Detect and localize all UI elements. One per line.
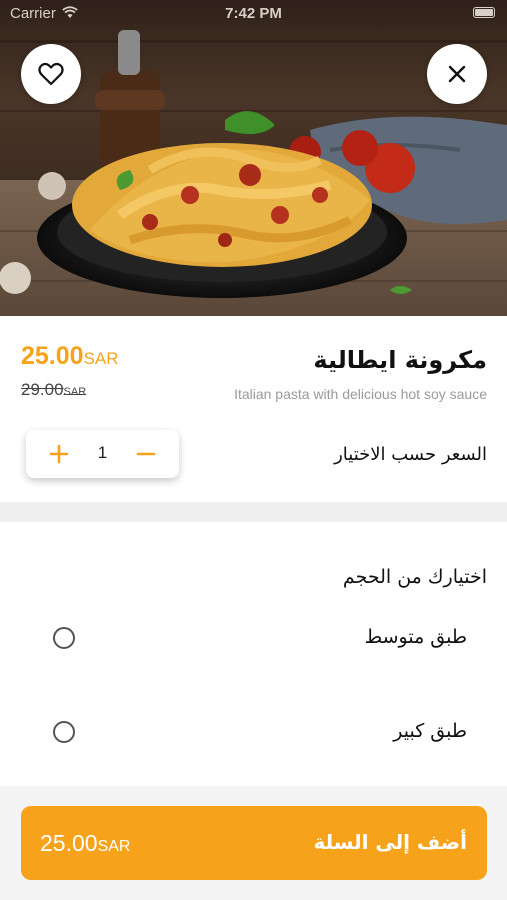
cart-price-value: 25.00 bbox=[40, 830, 98, 856]
heart-outline-icon bbox=[38, 62, 64, 86]
quantity-stepper: 1 bbox=[26, 430, 179, 478]
minus-icon[interactable] bbox=[135, 443, 157, 465]
close-icon bbox=[448, 65, 466, 83]
status-time: 7:42 PM bbox=[225, 5, 282, 22]
option-label: طبق متوسط bbox=[364, 626, 467, 648]
old-price: 29.00SAR bbox=[21, 380, 86, 400]
old-price-currency: SAR bbox=[63, 386, 87, 398]
product-subtitle: Italian pasta with delicious hot soy sau… bbox=[234, 386, 487, 402]
section-divider bbox=[0, 502, 507, 522]
price-currency: SAR bbox=[83, 349, 119, 368]
product-info-section: مكرونة ايطالية Italian pasta with delici… bbox=[0, 316, 507, 502]
old-price-value: 29.00 bbox=[21, 380, 64, 399]
size-options-section: اختيارك من الحجم طبق متوسط طبق كبير bbox=[0, 522, 507, 786]
radio-button[interactable] bbox=[53, 627, 75, 649]
status-bar: Carrier 7:42 PM bbox=[0, 0, 507, 28]
size-options-title: اختيارك من الحجم bbox=[342, 566, 487, 588]
cart-price: 25.00SAR bbox=[40, 830, 130, 857]
favorite-button[interactable] bbox=[21, 44, 81, 104]
size-option-medium[interactable]: طبق متوسط bbox=[0, 610, 507, 670]
cart-price-currency: SAR bbox=[97, 838, 131, 855]
radio-button[interactable] bbox=[53, 721, 75, 743]
current-price: 25.00SAR bbox=[21, 342, 119, 371]
price-value: 25.00 bbox=[21, 342, 84, 370]
product-hero-image: Carrier 7:42 PM bbox=[0, 0, 507, 316]
pasta-dish-photo bbox=[0, 0, 507, 316]
close-button[interactable] bbox=[427, 44, 487, 104]
product-title: مكرونة ايطالية bbox=[313, 346, 487, 374]
add-to-cart-button[interactable]: 25.00SAR أضف إلى السلة bbox=[21, 806, 487, 880]
option-label: طبق كبير bbox=[393, 720, 467, 742]
add-to-cart-label: أضف إلى السلة bbox=[313, 830, 467, 854]
price-by-choice-label: السعر حسب الاختيار bbox=[334, 444, 487, 465]
battery-icon bbox=[473, 7, 495, 18]
size-option-large[interactable]: طبق كبير bbox=[0, 704, 507, 764]
